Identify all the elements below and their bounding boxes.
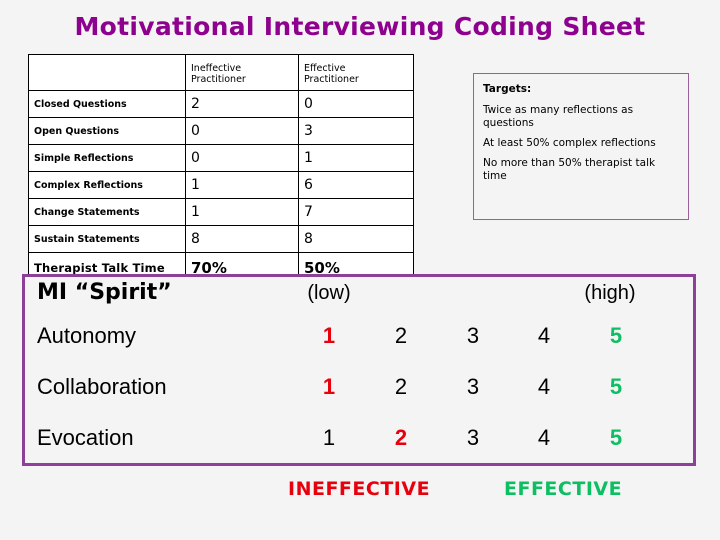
table-header-ineffective: Ineffective Practitioner (185, 54, 299, 91)
targets-heading: Targets: (483, 83, 532, 95)
row-value-effective: 1 (298, 144, 414, 172)
scale-option-2[interactable]: 2 (381, 374, 421, 400)
legend-ineffective: INEFFECTIVE (288, 478, 431, 500)
spirit-row-label: Autonomy (37, 323, 137, 348)
table-header-row: Ineffective Practitioner Effective Pract… (28, 54, 414, 91)
row-label: Closed Questions (28, 90, 186, 118)
table-row: Complex Reflections 1 6 (28, 171, 414, 199)
header-line-2: Practitioner (191, 73, 246, 85)
scale-option-4[interactable]: 4 (524, 374, 564, 400)
scale-option-5[interactable]: 5 (596, 323, 636, 349)
row-value-ineffective: 0 (185, 144, 299, 172)
row-label: Sustain Statements (28, 225, 186, 253)
scale-option-5[interactable]: 5 (596, 425, 636, 451)
footer-legend: INEFFECTIVE EFFECTIVE (0, 478, 720, 508)
spirit-row-collaboration: Collaboration 1 2 3 4 5 (25, 374, 693, 424)
table-row: Simple Reflections 0 1 (28, 144, 414, 172)
row-value-ineffective: 0 (185, 117, 299, 145)
scale-option-1[interactable]: 1 (309, 374, 349, 400)
scale-option-1[interactable]: 1 (309, 323, 349, 349)
page-title: Motivational Interviewing Coding Sheet (74, 12, 646, 41)
legend-effective: EFFECTIVE (504, 478, 623, 500)
scale-option-4[interactable]: 4 (524, 323, 564, 349)
scale-option-2[interactable]: 2 (381, 323, 421, 349)
coding-table: Ineffective Practitioner Effective Pract… (28, 54, 414, 284)
mi-spirit-panel: MI “Spirit” (low) (high) Autonomy 1 2 3 … (22, 274, 696, 466)
targets-item: Twice as many reflections as questions (483, 104, 634, 129)
scale-option-1[interactable]: 1 (309, 425, 349, 451)
scale-option-2[interactable]: 2 (381, 425, 421, 451)
row-value-effective: 6 (298, 171, 414, 199)
targets-item: At least 50% complex reflections (483, 137, 656, 149)
targets-item: No more than 50% therapist talk time (483, 157, 656, 182)
scale-caption-high: (high) (584, 282, 636, 304)
row-value-ineffective: 1 (185, 171, 299, 199)
spirit-row-autonomy: Autonomy 1 2 3 4 5 (25, 323, 693, 373)
table-header-effective: Effective Practitioner (298, 54, 414, 91)
row-label: Complex Reflections (28, 171, 186, 199)
mi-spirit-header: MI “Spirit” (low) (high) (25, 277, 693, 317)
table-row: Change Statements 1 7 (28, 198, 414, 226)
row-value-ineffective: 1 (185, 198, 299, 226)
row-value-effective: 0 (298, 90, 414, 118)
row-label: Change Statements (28, 198, 186, 226)
table-header-blank (28, 54, 186, 91)
row-label: Simple Reflections (28, 144, 186, 172)
scale-option-3[interactable]: 3 (453, 323, 493, 349)
scale-option-3[interactable]: 3 (453, 374, 493, 400)
scale-option-3[interactable]: 3 (453, 425, 493, 451)
targets-box: Targets: Twice as many reflections as qu… (473, 73, 689, 220)
coding-sheet-page: Motivational Interviewing Coding Sheet I… (0, 0, 720, 540)
row-value-effective: 8 (298, 225, 414, 253)
row-value-effective: 3 (298, 117, 414, 145)
header-line-2: Practitioner (304, 73, 359, 85)
table-row: Sustain Statements 8 8 (28, 225, 414, 253)
row-value-effective: 7 (298, 198, 414, 226)
scale-caption-low: (low) (307, 282, 351, 304)
row-value-ineffective: 8 (185, 225, 299, 253)
mi-spirit-title: MI “Spirit” (37, 280, 172, 305)
scale-option-5[interactable]: 5 (596, 374, 636, 400)
scale-option-4[interactable]: 4 (524, 425, 564, 451)
spirit-row-label: Evocation (37, 425, 134, 450)
header-line-1: Ineffective (191, 62, 242, 74)
table-row: Open Questions 0 3 (28, 117, 414, 145)
row-value-ineffective: 2 (185, 90, 299, 118)
spirit-row-evocation: Evocation 1 2 3 4 5 (25, 425, 693, 475)
table-row: Closed Questions 2 0 (28, 90, 414, 118)
row-label: Open Questions (28, 117, 186, 145)
header-line-1: Effective (304, 62, 346, 74)
spirit-row-label: Collaboration (37, 374, 167, 399)
